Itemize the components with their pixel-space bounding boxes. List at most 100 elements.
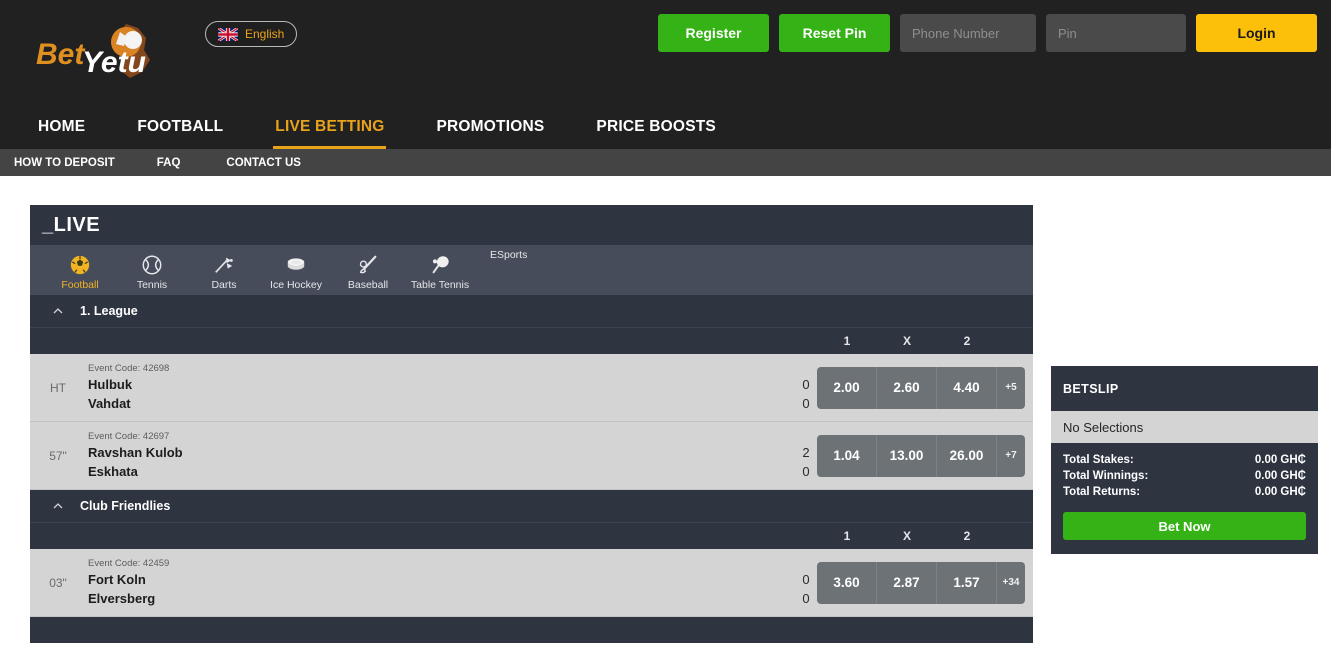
away-team: Eskhata (88, 464, 138, 479)
total-returns-value: 0.00 GH₵ (1254, 486, 1306, 498)
betyetu-logo[interactable]: Bet Yetu (34, 16, 164, 88)
sport-tab-table-tennis-label: Table Tennis (410, 279, 470, 291)
odd-button-x[interactable]: 2.60 (877, 366, 937, 409)
language-label: English (245, 27, 285, 41)
sport-tab-football-label: Football (61, 279, 99, 291)
bet-now-button[interactable]: Bet Now (1063, 512, 1306, 540)
page-body: _LIVE Football Tennis Darts Ice Hockey B… (0, 176, 1331, 648)
total-winnings-label: Total Winnings: (1063, 470, 1149, 482)
match-info: Event Code: 42697 Ravshan Kulob Eskhata (86, 430, 795, 481)
odd-button-1[interactable]: 2.00 (817, 366, 877, 409)
odds-group: 2.00 2.60 4.40 +5 (817, 366, 1025, 409)
more-markets-button[interactable]: +34 (997, 562, 1025, 604)
match-score: 0 0 (795, 558, 817, 608)
league-name: 1. League (80, 304, 138, 318)
odds-group: 3.60 2.87 1.57 +34 (817, 561, 1025, 604)
table-row[interactable]: 57" Event Code: 42697 Ravshan Kulob Eskh… (30, 422, 1033, 490)
nav-item-football[interactable]: FOOTBALL (111, 104, 249, 149)
login-button[interactable]: Login (1196, 14, 1317, 52)
match-time: HT (50, 380, 66, 395)
ice-hockey-icon (284, 253, 308, 277)
match-score: 0 0 (795, 363, 817, 413)
total-returns-row: Total Returns: 0.00 GH₵ (1063, 484, 1306, 500)
league-name: Club Friendlies (80, 499, 171, 513)
odd-button-1[interactable]: 1.04 (817, 434, 877, 477)
betslip-action-area: Bet Now (1051, 512, 1318, 554)
tennis-icon (141, 253, 163, 277)
next-league-header-partial[interactable] (30, 617, 1033, 643)
header-actions: Register Reset Pin Login (658, 14, 1317, 52)
odd-button-2[interactable]: 1.57 (937, 561, 997, 604)
league-header-club-friendlies[interactable]: Club Friendlies (30, 490, 1033, 523)
match-time: 57" (49, 448, 67, 463)
league-header-1-league[interactable]: 1. League (30, 295, 1033, 328)
total-stakes-row: Total Stakes: 0.00 GH₵ (1063, 452, 1306, 468)
odd-button-2[interactable]: 26.00 (937, 434, 997, 477)
betslip-totals: Total Stakes: 0.00 GH₵ Total Winnings: 0… (1051, 443, 1318, 512)
home-team: Hulbuk (88, 377, 133, 392)
betslip-panel: BETSLIP No Selections Total Stakes: 0.00… (1051, 366, 1318, 554)
odd-button-x[interactable]: 13.00 (877, 434, 937, 477)
odds-col-x: X (902, 334, 911, 348)
subnav-item-faq[interactable]: FAQ (157, 157, 203, 169)
chevron-up-icon (53, 308, 63, 314)
nav-item-promotions[interactable]: PROMOTIONS (410, 104, 570, 149)
match-info: Event Code: 42459 Fort Koln Elversberg (86, 557, 795, 608)
odd-button-2[interactable]: 4.40 (937, 366, 997, 409)
match-time: 03" (49, 575, 67, 590)
total-returns-label: Total Returns: (1063, 486, 1141, 498)
svg-text:Yetu: Yetu (82, 46, 146, 79)
table-tennis-icon (429, 253, 451, 277)
event-code: Event Code: 42459 (88, 558, 170, 569)
nav-item-price-boosts[interactable]: PRICE BOOSTS (570, 104, 742, 149)
odds-group: 1.04 13.00 26.00 +7 (817, 434, 1025, 477)
pin-input[interactable] (1046, 14, 1186, 52)
table-row[interactable]: HT Event Code: 42698 Hulbuk Vahdat 0 0 2… (30, 354, 1033, 422)
odd-button-x[interactable]: 2.87 (877, 561, 937, 604)
event-code: Event Code: 42697 (88, 431, 170, 442)
svg-text:Bet: Bet (36, 38, 86, 71)
sport-tab-tennis[interactable]: Tennis (116, 253, 188, 295)
score-away: 0 (802, 590, 810, 606)
odds-col-x: X (902, 529, 911, 543)
subnav-item-how-to-deposit[interactable]: HOW TO DEPOSIT (14, 157, 137, 169)
more-markets-button[interactable]: +5 (997, 367, 1025, 409)
sport-tab-table-tennis[interactable]: Table Tennis (404, 253, 476, 295)
baseball-icon (357, 253, 379, 277)
secondary-nav: HOW TO DEPOSIT FAQ CONTACT US (0, 149, 1331, 176)
page-root: Bet Yetu English Register Reset Pin Logi… (0, 0, 1331, 648)
betslip-empty-message: No Selections (1051, 411, 1318, 443)
sport-tab-esports[interactable]: ESports (490, 245, 527, 295)
site-header: Bet Yetu English Register Reset Pin Logi… (0, 0, 1331, 104)
table-row[interactable]: 03" Event Code: 42459 Fort Koln Elversbe… (30, 549, 1033, 617)
live-panel-title: _LIVE (30, 205, 1033, 245)
sport-tab-ice-hockey-label: Ice Hockey (270, 279, 322, 291)
phone-number-input[interactable] (900, 14, 1036, 52)
chevron-up-icon (53, 503, 63, 509)
score-away: 0 (802, 463, 810, 479)
sport-tab-baseball[interactable]: Baseball (332, 253, 404, 295)
reset-pin-button[interactable]: Reset Pin (779, 14, 890, 52)
total-stakes-value: 0.00 GH₵ (1254, 454, 1306, 466)
nav-item-live-betting[interactable]: LIVE BETTING (249, 104, 410, 149)
sport-tab-ice-hockey[interactable]: Ice Hockey (260, 253, 332, 295)
score-home: 0 (802, 571, 810, 587)
score-home: 2 (802, 444, 810, 460)
nav-item-home[interactable]: HOME (12, 104, 111, 149)
score-home: 0 (802, 376, 810, 392)
odds-col-1: 1 (843, 529, 851, 543)
register-button[interactable]: Register (658, 14, 769, 52)
total-winnings-value: 0.00 GH₵ (1254, 470, 1306, 482)
away-team: Elversberg (88, 591, 156, 606)
logo-graphic: Bet Yetu (36, 24, 150, 79)
total-stakes-label: Total Stakes: (1063, 454, 1134, 466)
more-markets-button[interactable]: +7 (997, 435, 1025, 477)
subnav-item-contact-us[interactable]: CONTACT US (226, 157, 323, 169)
sport-tab-football[interactable]: Football (44, 253, 116, 295)
odd-button-1[interactable]: 3.60 (817, 561, 877, 604)
live-events-panel: _LIVE Football Tennis Darts Ice Hockey B… (30, 205, 1033, 643)
odds-column-headers-2: 1 X 2 (30, 523, 1033, 549)
home-team: Fort Koln (88, 572, 146, 587)
sport-tab-darts[interactable]: Darts (188, 253, 260, 295)
language-selector[interactable]: English (205, 21, 298, 47)
